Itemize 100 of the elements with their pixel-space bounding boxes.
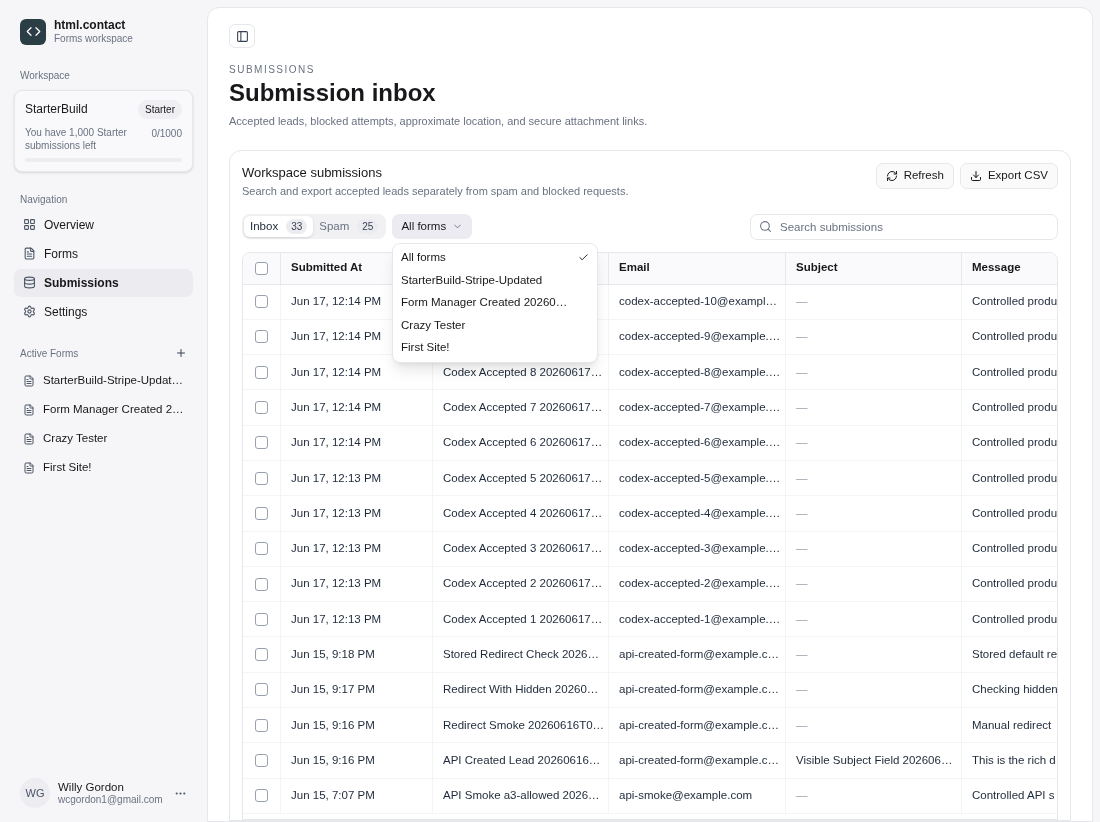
table-cell-text: —	[796, 611, 808, 627]
menu-item[interactable]: StarterBuild-Stripe-Updated	[397, 269, 593, 292]
table-cell-text: Jun 17, 12:14 PM	[291, 364, 382, 380]
row-checkbox[interactable]	[255, 718, 268, 732]
table-cell-text: Jun 15, 9:16 PM	[291, 752, 375, 768]
row-checkbox[interactable]	[255, 683, 268, 697]
row-checkbox[interactable]	[255, 401, 268, 415]
table-cell-text: —	[796, 399, 808, 415]
table-cell-text: codex-accepted-2@example.…	[619, 576, 781, 592]
database-icon	[23, 276, 36, 289]
table-cell-text: Checking hidden	[972, 682, 1057, 698]
document-icon	[23, 432, 35, 445]
table-cell-text: codex-accepted-7@example.…	[619, 399, 781, 415]
page-title: Submission inbox	[229, 78, 437, 108]
row-checkbox[interactable]	[255, 330, 268, 344]
sidebar-toggle-button[interactable]	[229, 24, 255, 48]
table-cell-text: Stored default re	[972, 647, 1057, 662]
table-cell-text: —	[796, 364, 808, 380]
row-checkbox[interactable]	[255, 471, 268, 485]
document-icon	[23, 461, 35, 474]
table-cell-text: Codex Accepted 1 20260617…	[443, 611, 603, 627]
menu-item[interactable]: Crazy Tester	[397, 314, 593, 337]
page-description: Accepted leads, blocked attempts, approximate location, and secure attachment links.	[229, 114, 649, 129]
search-field[interactable]: Search submissions	[750, 213, 1058, 240]
plan-badge: Starter	[138, 99, 182, 119]
table-cell-text: api-created-form@example.c…	[619, 682, 779, 698]
column-header[interactable]: Message	[972, 259, 1021, 277]
menu-item[interactable]: All forms	[397, 246, 593, 269]
column-header[interactable]: Subject	[796, 259, 838, 277]
usage-count: 0/1000	[151, 126, 182, 141]
table-cell-text: —	[796, 505, 808, 521]
user-avatar: WG	[20, 778, 50, 808]
menu-item[interactable]: Form Manager Created 20260…	[397, 291, 593, 314]
table-cell-text: —	[796, 788, 808, 804]
filter-tab[interactable]: Spam 25	[313, 216, 385, 237]
table-cell-text: Jun 17, 12:13 PM	[291, 576, 382, 592]
table-cell-text: Jun 17, 12:14 PM	[291, 329, 382, 345]
row-checkbox[interactable]	[255, 612, 268, 626]
table-cell-text: Jun 17, 12:13 PM	[291, 611, 382, 627]
brand-subtitle: Forms workspace	[54, 33, 133, 46]
table-cell-text: —	[796, 682, 808, 698]
table-cell-text: Jun 17, 12:13 PM	[291, 505, 382, 521]
table-cell-text: Controlled produ	[972, 364, 1057, 380]
code-logo-icon	[20, 18, 46, 45]
table-cell-text: —	[796, 435, 808, 451]
grid-icon	[23, 218, 36, 231]
row-checkbox[interactable]	[255, 261, 268, 275]
row-checkbox[interactable]	[255, 789, 268, 803]
usage-text: You have 1,000 Starter submissions left	[25, 125, 128, 152]
form-link[interactable]: Crazy Tester	[14, 424, 193, 453]
menu-item[interactable]: First Site!	[397, 336, 593, 359]
table-cell-text: Controlled produ	[972, 541, 1057, 557]
table-cell-text: codex-accepted-10@exampl…	[619, 294, 778, 309]
table-cell-text: Codex Accepted 4 20260617…	[443, 505, 603, 521]
table-cell-text: Controlled API s	[972, 788, 1055, 804]
table-cell-text: Jun 17, 12:14 PM	[291, 399, 382, 415]
row-checkbox[interactable]	[255, 436, 268, 450]
row-checkbox[interactable]	[255, 506, 268, 520]
toolbar-button[interactable]: Export CSV	[959, 162, 1058, 189]
table-cell-text: Jun 15, 9:18 PM	[291, 647, 375, 662]
column-header[interactable]: Email	[619, 259, 650, 277]
nav-item[interactable]: Forms	[14, 239, 193, 268]
form-link[interactable]: StarterBuild-Stripe-Updat…	[14, 366, 193, 395]
row-checkbox[interactable]	[255, 542, 268, 556]
card-subtitle: Search and export accepted leads separately from spam and blocked requests.	[242, 184, 629, 199]
table-cell-text: Jun 15, 9:16 PM	[291, 717, 375, 733]
table-cell-text: —	[796, 329, 808, 345]
row-checkbox[interactable]	[255, 577, 268, 591]
table-cell-text: api-created-form@example.c…	[619, 647, 779, 662]
row-checkbox[interactable]	[255, 295, 268, 309]
table-cell-text: —	[796, 647, 808, 662]
form-filter-dropdown[interactable]: All forms	[392, 214, 473, 239]
workspace-name: StarterBuild	[25, 101, 88, 118]
document-icon	[23, 247, 36, 260]
form-link[interactable]: First Site!	[14, 453, 193, 482]
document-icon	[23, 374, 35, 387]
table-cell-text: Codex Accepted 2 20260617…	[443, 576, 603, 592]
section-label: Navigation	[19, 192, 69, 207]
row-checkbox[interactable]	[255, 754, 268, 767]
table-cell-text: Controlled produ	[972, 470, 1057, 486]
column-header[interactable]: Submitted At	[291, 259, 363, 277]
form-link[interactable]: Form Manager Created 2…	[14, 395, 193, 424]
row-checkbox[interactable]	[255, 365, 268, 379]
table-cell-text: codex-accepted-4@example.…	[619, 505, 781, 521]
filter-tab[interactable]: Inbox 33	[244, 216, 314, 237]
table-cell-text: codex-accepted-6@example.…	[619, 435, 781, 451]
add-icon[interactable]	[175, 347, 187, 359]
table-cell-text: —	[796, 541, 808, 557]
nav-item[interactable]: Overview	[14, 210, 193, 239]
nav-item[interactable]: Settings	[14, 297, 193, 326]
toolbar-button[interactable]: Refresh	[875, 162, 954, 189]
section-label: Workspace	[19, 68, 71, 83]
table-cell-text: Jun 15, 7:07 PM	[291, 788, 375, 804]
row-checkbox[interactable]	[255, 648, 268, 662]
table-cell-text: Manual redirect	[972, 717, 1052, 733]
table-cell-text: Controlled produ	[972, 576, 1057, 592]
user-email: wcgordon1@gmail.com	[58, 793, 163, 807]
nav-item[interactable]: Submissions	[14, 268, 193, 297]
table-cell-text: Controlled produ	[972, 329, 1057, 345]
refresh-icon	[885, 169, 898, 182]
